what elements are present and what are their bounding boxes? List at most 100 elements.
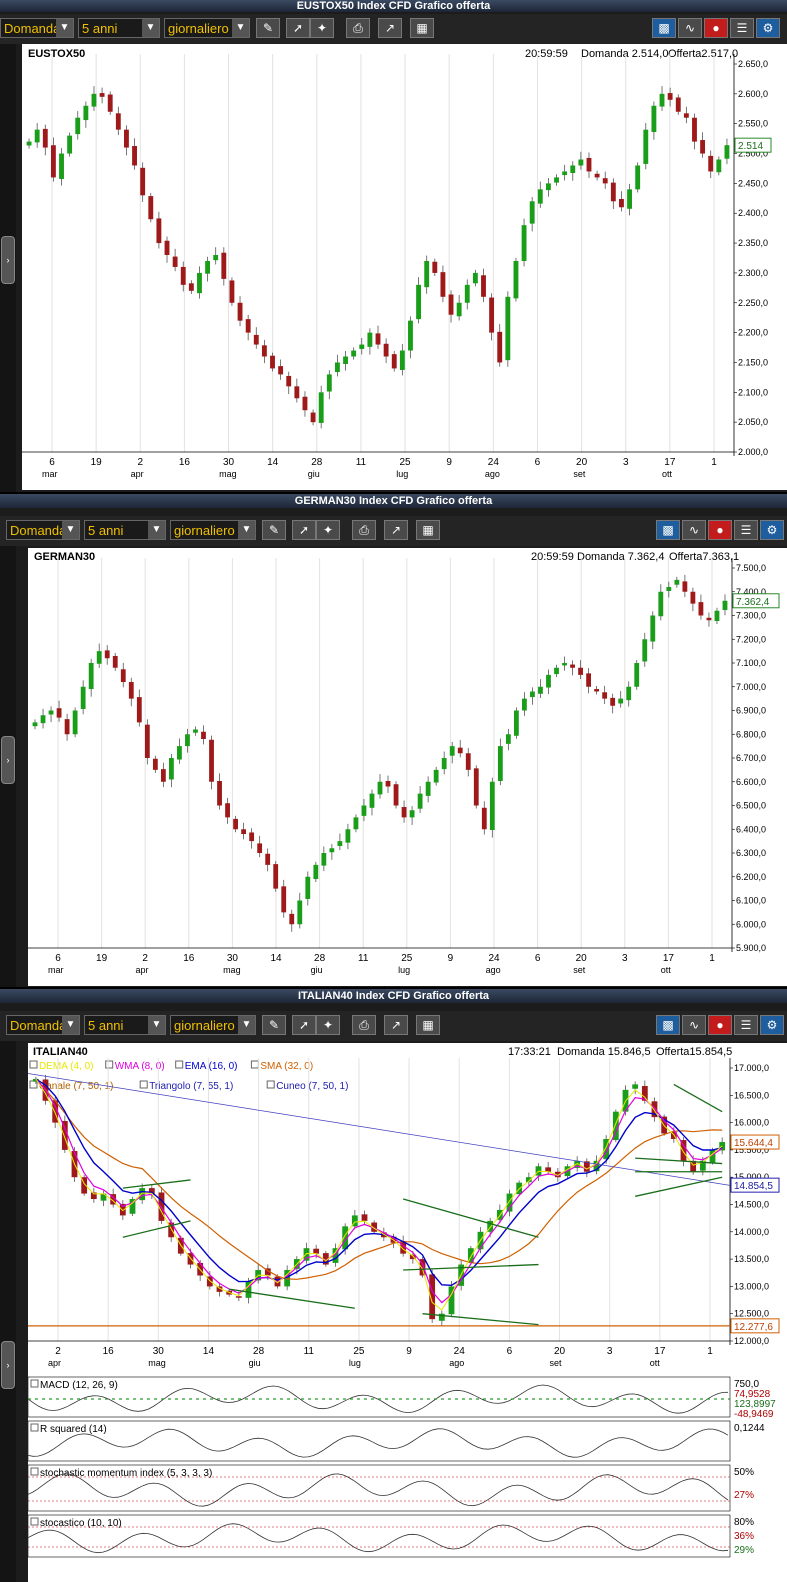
x-month-label: ott (662, 469, 673, 479)
interval-value: giornaliero (174, 1018, 235, 1033)
candle (112, 655, 118, 668)
range-select[interactable]: 5 anni ▼ (78, 18, 160, 38)
chart-area[interactable]: ITALIAN40 17:33:21 Domanda 15.846,5 Offe… (28, 1043, 787, 1582)
legend-close-icon (139, 1080, 148, 1089)
fork-tool-button[interactable]: ✦ (316, 520, 340, 540)
subchart-label: stocastico (10, 10) (40, 1518, 122, 1529)
grid-button[interactable]: ▦ (410, 18, 434, 38)
x-tick-label: 3 (622, 953, 628, 964)
x-tick-label: 14 (270, 953, 282, 964)
side-toggle-icon[interactable]: › (1, 736, 15, 784)
alert-bell-icon[interactable]: ● (704, 18, 728, 38)
print-button[interactable]: ⎙ (352, 1015, 376, 1035)
interval-select[interactable]: giornaliero ▼ (170, 520, 256, 540)
fork-tool-button[interactable]: ✦ (316, 1015, 340, 1035)
candle (345, 829, 351, 843)
range-select[interactable]: 5 anni ▼ (84, 1015, 166, 1035)
candle (313, 1248, 320, 1254)
candle (361, 1214, 368, 1221)
legend-close-icon (250, 1060, 259, 1069)
pin-tool-button[interactable]: ➚ (292, 520, 316, 540)
legend-close-icon (105, 1060, 114, 1069)
fork-tool-button[interactable]: ✦ (310, 18, 334, 38)
settings-icon-button[interactable]: ⚙ (760, 1015, 784, 1035)
draw-tool-button[interactable]: ✎ (256, 18, 280, 38)
layout-button[interactable]: ▩ (652, 18, 676, 38)
alert-bell-icon[interactable]: ● (708, 1015, 732, 1035)
side-toggle-icon[interactable]: › (1, 236, 15, 284)
current-price-label: 15.644,4 (734, 1138, 773, 1149)
candle (367, 332, 373, 347)
candle (40, 715, 46, 724)
candle (424, 260, 430, 288)
subchart-value: -48,9469 (734, 1409, 774, 1420)
price-type-select[interactable]: Domanda ▼ (6, 1015, 80, 1035)
line-tool-button[interactable]: ↗ (378, 18, 402, 38)
x-tick-label: 24 (454, 1346, 466, 1357)
candle (706, 617, 712, 621)
candle (473, 768, 479, 806)
range-select[interactable]: 5 anni ▼ (84, 520, 166, 540)
x-month-label: set (573, 469, 586, 479)
y-tick-label: 16.500,0 (734, 1090, 769, 1100)
side-toggle-icon[interactable]: › (1, 1341, 15, 1389)
wedge-line (673, 1083, 723, 1113)
list-icon-button[interactable]: ☰ (734, 1015, 758, 1035)
subchart-value: 50% (734, 1467, 754, 1478)
x-tick-label: 2 (142, 953, 148, 964)
interval-select[interactable]: giornaliero ▼ (164, 18, 250, 38)
print-button[interactable]: ⎙ (346, 18, 370, 38)
candle (708, 155, 714, 172)
x-tick-label: 20 (576, 457, 588, 468)
range-value: 5 anni (88, 1018, 124, 1033)
candle (570, 165, 576, 173)
y-tick-label: 2.050,0 (738, 417, 768, 427)
candle (107, 94, 113, 112)
layout-button[interactable]: ▩ (656, 1015, 680, 1035)
candle (530, 691, 535, 698)
candle (658, 591, 664, 617)
candle (164, 240, 170, 256)
candle (249, 832, 255, 842)
candle (289, 913, 295, 925)
legend-close-icon (30, 1517, 39, 1526)
line-tool-button[interactable]: ↗ (384, 520, 408, 540)
candle (281, 886, 287, 913)
list-icon-button[interactable]: ☰ (730, 18, 754, 38)
pin-tool-button[interactable]: ➚ (292, 1015, 316, 1035)
chart-icon-button[interactable]: ∿ (682, 520, 706, 540)
settings-icon-button[interactable]: ⚙ (756, 18, 780, 38)
indicator-legend: Triangolo (7, 55, 1) (149, 1081, 233, 1092)
grid-button[interactable]: ▦ (416, 520, 440, 540)
draw-tool-button[interactable]: ✎ (262, 1015, 286, 1035)
print-button[interactable]: ⎙ (352, 520, 376, 540)
pin-tool-button[interactable]: ➚ (286, 18, 310, 38)
candle (586, 673, 592, 687)
chevron-down-icon: ▼ (62, 1016, 79, 1034)
range-value: 5 anni (88, 523, 124, 538)
candle (50, 145, 56, 178)
line-tool-button[interactable]: ↗ (384, 1015, 408, 1035)
settings-icon-button[interactable]: ⚙ (760, 520, 784, 540)
draw-tool-button[interactable]: ✎ (262, 520, 286, 540)
y-tick-label: 7.500,0 (736, 563, 766, 573)
chart-area[interactable]: GERMAN30 20:59:59 Domanda 7.362,4 Offert… (28, 548, 787, 986)
layout-button[interactable]: ▩ (656, 520, 680, 540)
y-tick-label: 17.000,0 (734, 1063, 769, 1073)
price-type-select[interactable]: Domanda ▼ (0, 18, 74, 38)
candle (221, 252, 227, 279)
chart-area[interactable]: EUSTOX50 20:59:59 Domanda 2.514,0 Offert… (22, 44, 787, 490)
candle (578, 159, 584, 166)
candle (724, 145, 730, 159)
chart-icon-button[interactable]: ∿ (678, 18, 702, 38)
range-value: 5 anni (82, 21, 118, 36)
x-tick-label: 25 (400, 457, 412, 468)
list-icon-button[interactable]: ☰ (734, 520, 758, 540)
alert-bell-icon[interactable]: ● (708, 520, 732, 540)
price-type-select[interactable]: Domanda ▼ (6, 520, 80, 540)
interval-select[interactable]: giornaliero ▼ (170, 1015, 256, 1035)
candle (217, 780, 222, 806)
grid-button[interactable]: ▦ (416, 1015, 440, 1035)
candle (618, 698, 624, 704)
chart-icon-button[interactable]: ∿ (682, 1015, 706, 1035)
